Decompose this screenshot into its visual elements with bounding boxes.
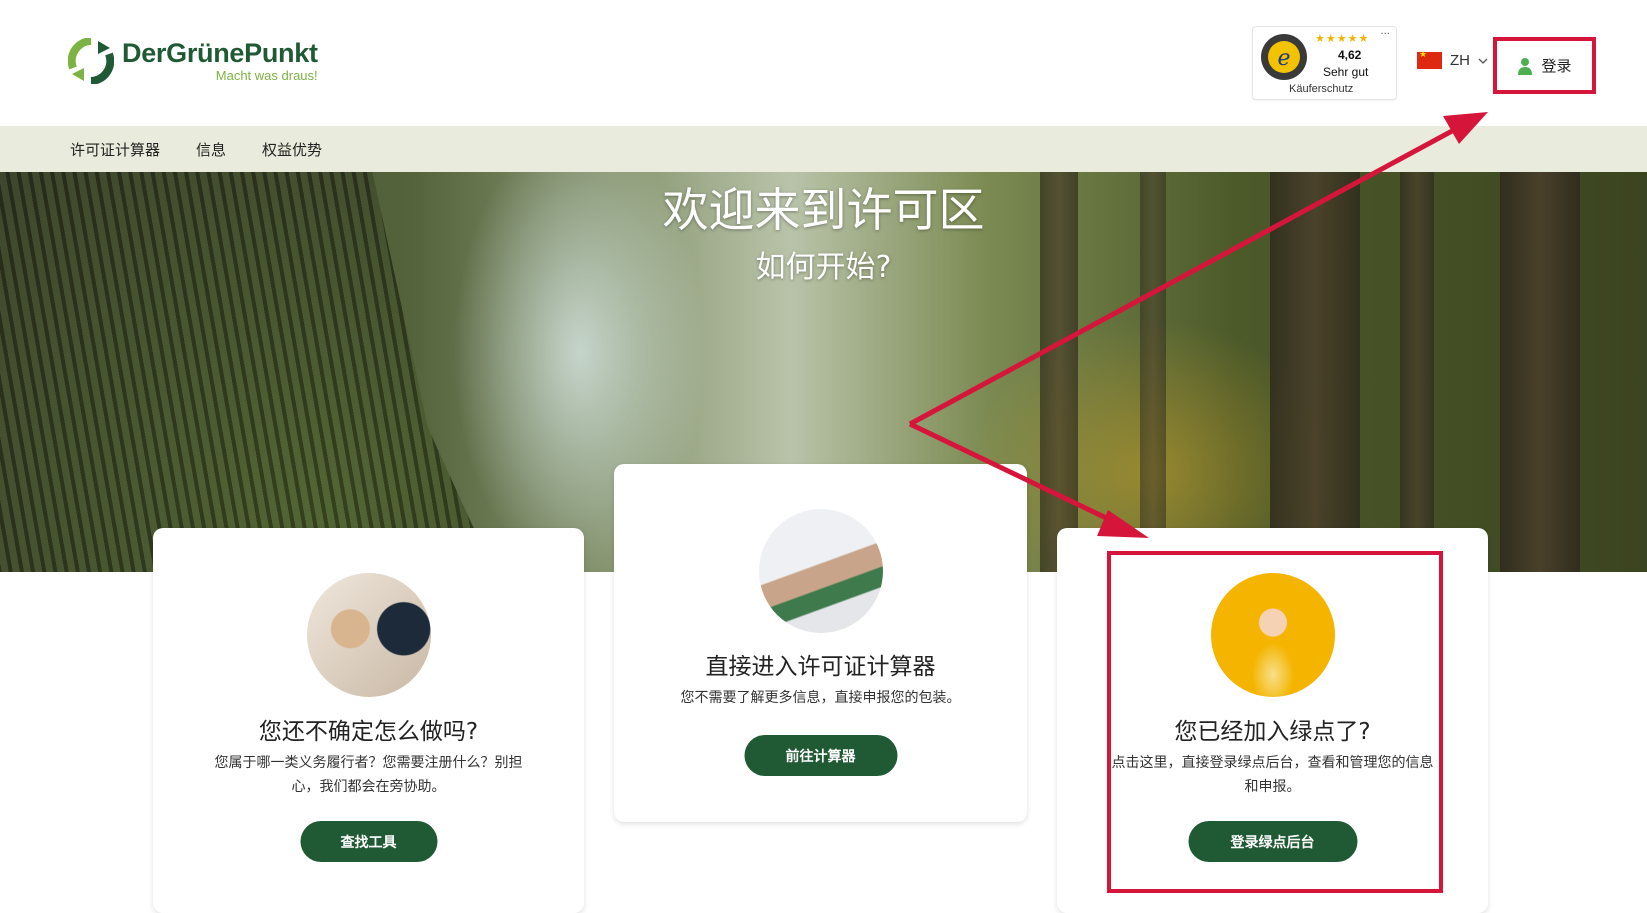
logo-name: DerGrünePunkt — [122, 38, 318, 68]
nav-item-info[interactable]: 信息 — [196, 139, 226, 160]
login-label: 登录 — [1541, 57, 1572, 75]
card-title: 您已经加入绿点了? — [1174, 719, 1371, 745]
card-description: 您不需要了解更多信息，直接申报您的包装。 — [680, 690, 961, 706]
calculator-photo — [758, 509, 883, 633]
logo-tagline: Macht was draus! — [215, 68, 318, 83]
hero-subtitle: 如何开始? — [755, 250, 892, 285]
chevron-down-icon — [1478, 58, 1488, 64]
card-description: 点击这里，直接登录绿点后台，查看和管理您的信息和申报。 — [1111, 755, 1434, 795]
go-to-calculator-button[interactable]: 前往计算器 — [744, 735, 897, 776]
find-tool-button[interactable]: 查找工具 — [300, 821, 437, 862]
svg-text:e: e — [1277, 46, 1290, 71]
login-button[interactable]: 登录 — [1493, 37, 1596, 94]
hero-title: 欢迎来到许可区 — [662, 183, 985, 237]
more-icon: ··· — [1380, 29, 1390, 40]
card-title: 您还不确定怎么做吗? — [258, 719, 479, 745]
trusted-shops-seal-icon: e — [1259, 32, 1309, 82]
rating-label: Sehr gut — [1323, 65, 1369, 79]
trusted-shops-badge[interactable]: e ★★★★★ ··· 4,62 Sehr gut Käuferschutz — [1252, 26, 1397, 100]
language-code: ZH — [1450, 52, 1470, 69]
card-find-tool: 您还不确定怎么做吗? 您属于哪一类义务履行者？您需要注册什么？别担心，我们都会在… — [153, 528, 584, 913]
consultation-photo — [306, 573, 431, 697]
card-existing-customer: 您已经加入绿点了? 点击这里，直接登录绿点后台，查看和管理您的信息和申报。 登录… — [1057, 528, 1488, 913]
china-flag-icon — [1417, 50, 1442, 69]
site-header: DerGrünePunkt Macht was draus! e ★★★★★ ·… — [0, 0, 1647, 126]
rating-stars: ★★★★★ — [1315, 32, 1370, 45]
buyer-protection-label: Käuferschutz — [1289, 83, 1354, 95]
site-logo[interactable]: DerGrünePunkt Macht was draus! — [67, 37, 318, 85]
user-icon — [1518, 57, 1533, 75]
card-description: 您属于哪一类义务履行者？您需要注册什么？别担心，我们都会在旁协助。 — [214, 755, 523, 795]
login-portal-button[interactable]: 登录绿点后台 — [1188, 821, 1357, 862]
language-selector[interactable]: ZH — [1417, 50, 1488, 69]
card-calculator: 直接进入许可证计算器 您不需要了解更多信息，直接申报您的包装。 前往计算器 — [614, 464, 1027, 822]
rating-score: 4,62 — [1338, 48, 1362, 62]
nav-item-license-calculator[interactable]: 许可证计算器 — [70, 139, 160, 160]
card-title: 直接进入许可证计算器 — [705, 654, 936, 680]
recycle-logo-icon — [67, 37, 115, 85]
happy-customer-photo — [1210, 573, 1335, 697]
nav-item-benefits[interactable]: 权益优势 — [262, 139, 322, 160]
main-nav: 许可证计算器 信息 权益优势 — [0, 126, 1647, 172]
